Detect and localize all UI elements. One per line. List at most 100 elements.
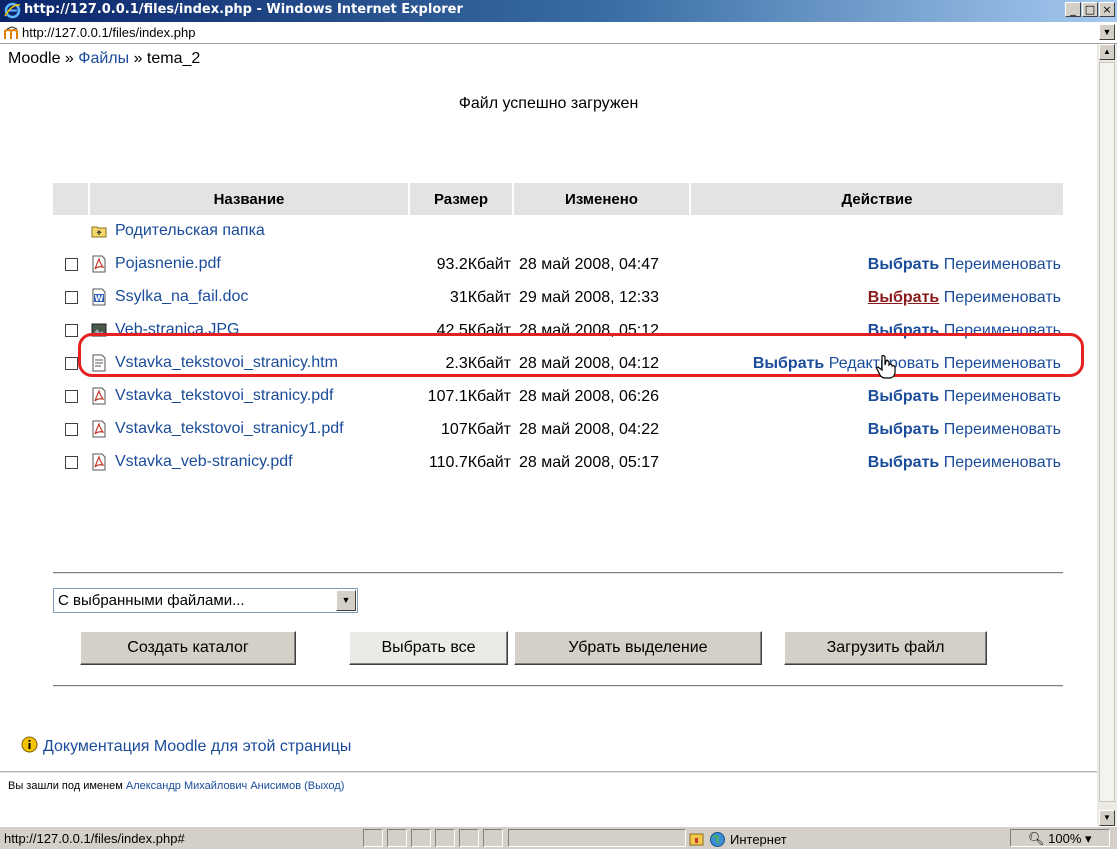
parent-folder-link[interactable]: Родительская папка: [115, 223, 265, 240]
ie-icon: [4, 2, 21, 19]
rename-file-link[interactable]: Переименовать: [944, 421, 1061, 438]
status-segment: [363, 829, 383, 847]
file-row: Vstavka_tekstovoi_stranicy1.pdf 107Кбайт 2…: [53, 413, 1063, 446]
file-size: 93.2Кбайт: [436, 255, 511, 273]
parent-folder-icon[interactable]: [91, 222, 107, 240]
file-actions: Выбрать Переименовать: [690, 380, 1063, 413]
scroll-down-arrow-icon[interactable]: ▼: [1099, 810, 1115, 826]
file-name-link[interactable]: Ssylka_na_fail.doc: [115, 289, 248, 306]
rename-file-link[interactable]: Переименовать: [944, 256, 1061, 273]
create-folder-button[interactable]: Создать каталог: [80, 631, 296, 665]
pdf-file-icon: [92, 420, 106, 438]
file-checkbox[interactable]: [64, 323, 78, 337]
select-value: С выбранными файлами...: [58, 592, 245, 609]
address-dropdown-button[interactable]: ▼: [1099, 24, 1115, 40]
security-zone[interactable]: Интернет: [688, 831, 787, 848]
header-action: Действие: [689, 183, 1063, 215]
protected-mode-icon: [689, 833, 704, 846]
file-name-link[interactable]: Vstavka_tekstovoi_stranicy.pdf: [115, 388, 333, 405]
info-icon: [21, 736, 38, 753]
rename-file-link[interactable]: Переименовать: [944, 388, 1061, 405]
select-dropdown-icon[interactable]: ▼: [336, 590, 356, 611]
file-modified: 28 май 2008, 06:26: [519, 387, 660, 405]
file-checkbox[interactable]: [64, 389, 78, 403]
status-bar: http://127.0.0.1/files/index.php# Интерн…: [0, 826, 1117, 849]
file-table: Название Размер Изменено Действие Родите…: [53, 183, 1063, 479]
select-file-link[interactable]: Выбрать: [868, 256, 939, 273]
file-checkbox[interactable]: [64, 455, 78, 469]
upload-success-message: Файл успешно загружен: [458, 95, 639, 112]
upload-file-button[interactable]: Загрузить файл: [784, 631, 987, 665]
file-name-link[interactable]: Vstavka_tekstovoi_stranicy1.pdf: [115, 421, 344, 438]
status-segment: [508, 829, 686, 847]
address-bar[interactable]: http://127.0.0.1/files/index.php ▼: [0, 22, 1117, 44]
table-header-row: Название Размер Изменено Действие: [53, 183, 1063, 215]
file-row: Vstavka_tekstovoi_stranicy.pdf 107.1Кбайт…: [53, 380, 1063, 413]
zoom-level[interactable]: 🔍︎ 100% ▾: [1028, 831, 1092, 847]
maximize-button[interactable]: □: [1082, 2, 1098, 17]
address-text[interactable]: http://127.0.0.1/files/index.php: [22, 25, 195, 40]
select-file-link[interactable]: Выбрать: [868, 421, 939, 438]
breadcrumb-files-link[interactable]: Файлы: [78, 50, 129, 67]
file-row: Vstavka_veb-stranicy.pdf 110.7Кбайт 28 май…: [53, 446, 1063, 479]
internet-zone-globe-icon: [710, 832, 725, 847]
select-file-link[interactable]: Выбрать: [868, 388, 939, 405]
parent-folder-row: Родительская папка: [53, 215, 1063, 248]
file-size: 107Кбайт: [441, 420, 511, 438]
file-checkbox[interactable]: [64, 257, 78, 271]
window-title-bar[interactable]: http://127.0.0.1/files/index.php - Windo…: [0, 0, 1117, 22]
file-actions: Выбрать Переименовать: [690, 446, 1063, 479]
file-modified: 28 май 2008, 04:22: [519, 420, 660, 438]
select-file-link[interactable]: Выбрать: [868, 289, 939, 306]
file-size: 107.1Кбайт: [427, 387, 511, 405]
scrollbar-thumb[interactable]: [1099, 62, 1115, 802]
file-actions: Выбрать Переименовать: [690, 281, 1063, 314]
rename-file-link[interactable]: Переименовать: [944, 454, 1061, 471]
status-segment: [459, 829, 479, 847]
file-name-link[interactable]: Pojasnenie.pdf: [115, 256, 221, 273]
deselect-button[interactable]: Убрать выделение: [514, 631, 762, 665]
file-modified: 28 май 2008, 05:17: [519, 453, 660, 471]
rename-file-link[interactable]: Переименовать: [944, 289, 1061, 306]
breadcrumb-separator: »: [60, 50, 79, 67]
close-button[interactable]: ×: [1099, 2, 1115, 17]
status-segment: [387, 829, 407, 847]
user-profile-link[interactable]: Александр Михайлович Анисимов: [126, 780, 301, 792]
logged-in-prefix: Вы зашли под именем: [8, 780, 126, 792]
vertical-scrollbar[interactable]: ▲ ▼: [1097, 44, 1117, 826]
logout-link[interactable]: (Выход): [304, 780, 344, 792]
status-segment: [483, 829, 503, 847]
moodle-favicon-icon: [4, 26, 18, 39]
hand-cursor-icon: [876, 355, 896, 379]
divider-middle: [53, 572, 1063, 574]
logged-in-info: Вы зашли под именем Александр Михайлович…: [8, 780, 344, 792]
header-size[interactable]: Размер: [408, 183, 513, 215]
file-checkbox[interactable]: [64, 356, 78, 370]
annotation-highlight: [78, 333, 1084, 377]
breadcrumb-home[interactable]: Moodle: [8, 50, 60, 67]
status-segment: [435, 829, 455, 847]
pdf-file-icon: [92, 255, 106, 273]
header-checkbox-column: [53, 183, 89, 215]
with-selected-files-select[interactable]: С выбранными файлами... ▼: [53, 588, 358, 613]
status-segment: [411, 829, 431, 847]
file-name-link[interactable]: Vstavka_veb-stranicy.pdf: [115, 454, 293, 471]
minimize-button[interactable]: _: [1065, 2, 1081, 17]
breadcrumb: Moodle » Файлы » tema_2: [8, 50, 200, 68]
scroll-up-arrow-icon[interactable]: ▲: [1099, 44, 1115, 60]
svg-text:W: W: [95, 294, 104, 303]
header-name[interactable]: Название: [88, 183, 409, 215]
select-file-link[interactable]: Выбрать: [868, 454, 939, 471]
security-zone-label: Интернет: [730, 832, 787, 847]
select-all-button[interactable]: Выбрать все: [349, 631, 508, 665]
moodle-docs-link-text[interactable]: Документация Moodle для этой страницы: [43, 738, 351, 755]
footer-divider: [0, 771, 1097, 773]
file-checkbox[interactable]: [64, 290, 78, 304]
status-url: http://127.0.0.1/files/index.php#: [4, 831, 185, 846]
file-modified: 28 май 2008, 04:47: [519, 255, 660, 273]
breadcrumb-current: tema_2: [146, 50, 201, 67]
moodle-docs-link[interactable]: Документация Moodle для этой страницы: [21, 736, 351, 756]
file-size: 31Кбайт: [449, 288, 511, 306]
header-modified[interactable]: Изменено: [512, 183, 690, 215]
file-checkbox[interactable]: [64, 422, 78, 436]
